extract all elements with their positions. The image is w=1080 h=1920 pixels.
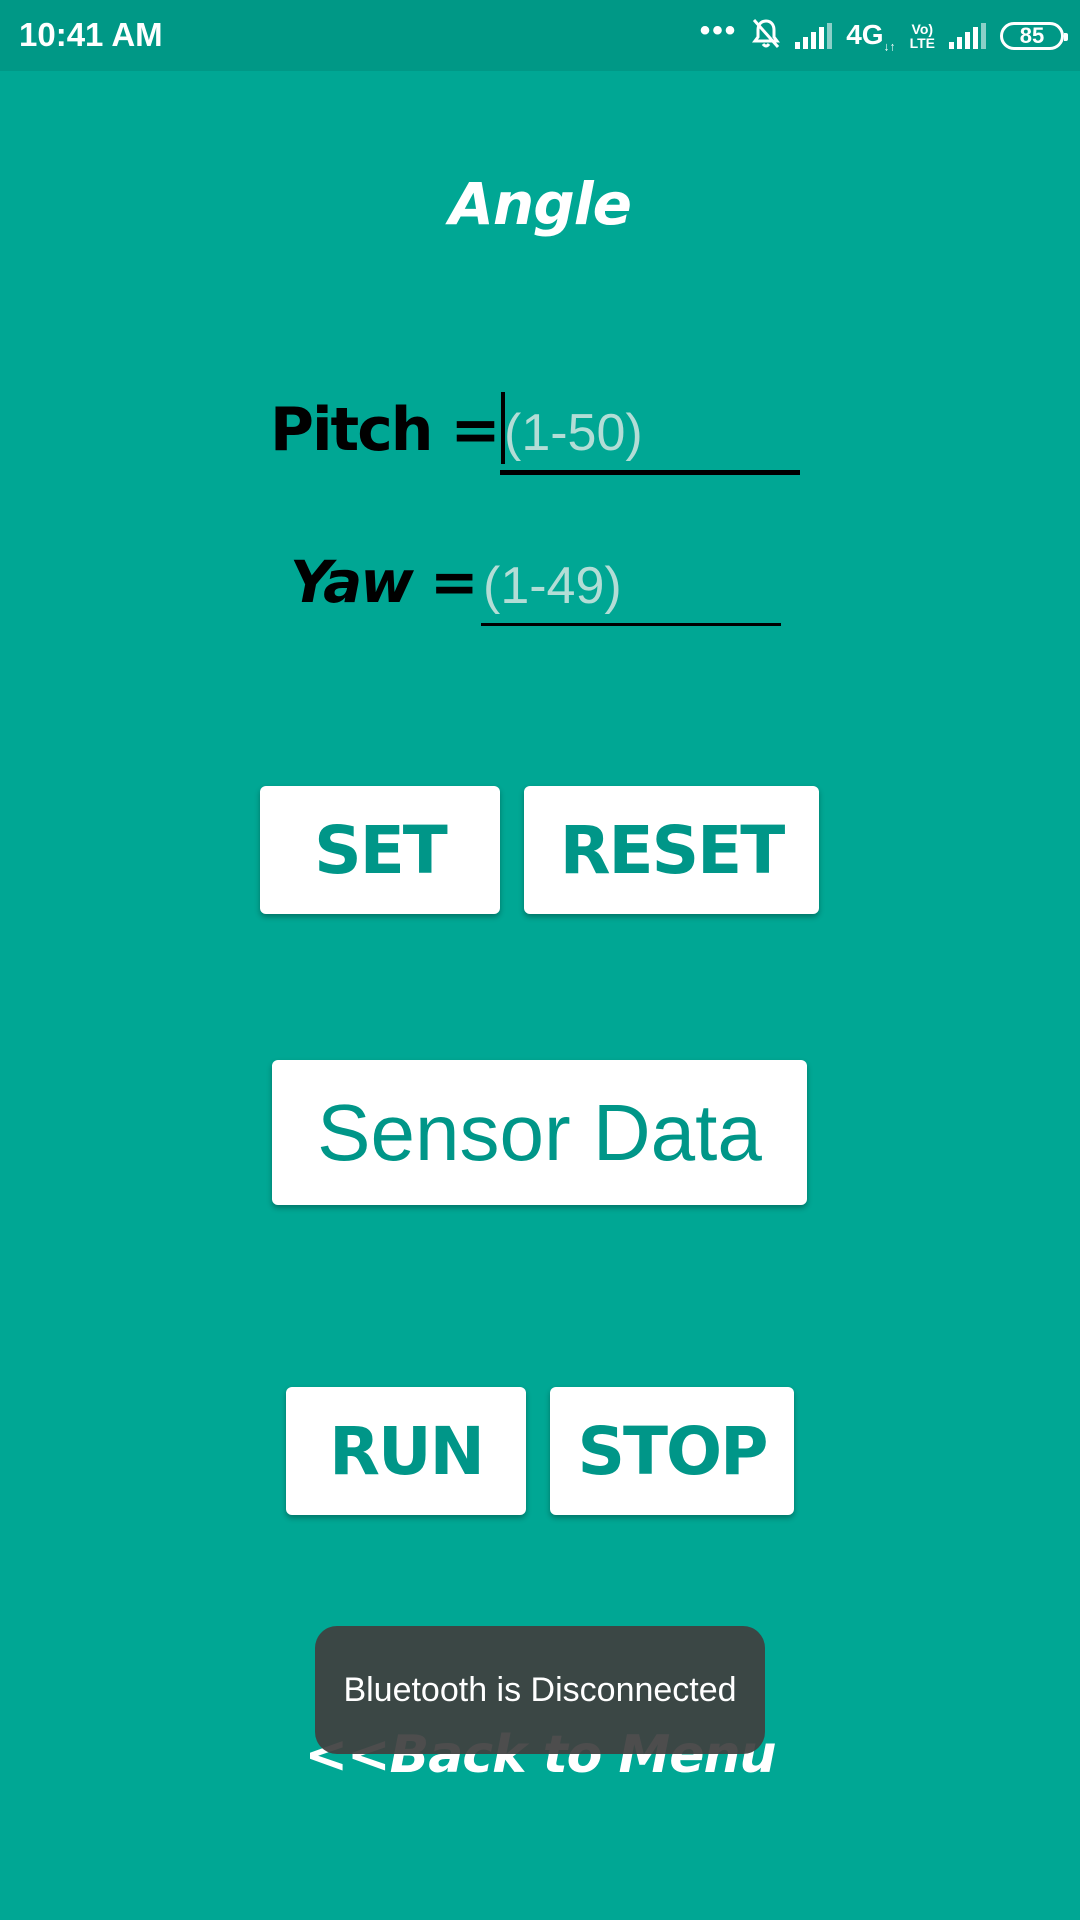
run-button[interactable]: RUN	[286, 1387, 526, 1515]
volte-top: Vo)	[911, 21, 934, 37]
sensor-data-button[interactable]: Sensor Data	[272, 1060, 807, 1205]
status-bar: 10:41 AM ••• 4G↓↑ Vo) LTE 85	[0, 0, 1080, 71]
volte-icon: Vo) LTE	[910, 22, 935, 50]
network-type: 4G↓↑	[846, 18, 896, 54]
bell-muted-icon	[751, 17, 781, 56]
status-icons: ••• 4G↓↑ Vo) LTE 85	[700, 14, 1068, 56]
page-title: Angle	[449, 170, 632, 238]
more-notifications-icon: •••	[699, 14, 738, 47]
signal-icon-1	[795, 23, 833, 49]
reset-button[interactable]: RESET	[524, 786, 819, 914]
yaw-input[interactable]	[481, 548, 781, 626]
pitch-input[interactable]	[500, 395, 800, 475]
text-cursor	[501, 392, 505, 464]
set-button[interactable]: SET	[260, 786, 500, 914]
stop-button[interactable]: STOP	[550, 1387, 794, 1515]
battery-level: 85	[1019, 23, 1045, 48]
toast-message: Bluetooth is Disconnected	[315, 1626, 765, 1754]
battery-icon: 85	[1000, 22, 1068, 50]
network-type-label: 4G	[846, 18, 884, 50]
yaw-label: Yaw =	[290, 548, 479, 616]
status-time: 10:41 AM	[19, 16, 163, 53]
pitch-label: Pitch =	[270, 395, 501, 465]
volte-bottom: LTE	[909, 35, 935, 51]
signal-icon-2	[949, 23, 986, 49]
